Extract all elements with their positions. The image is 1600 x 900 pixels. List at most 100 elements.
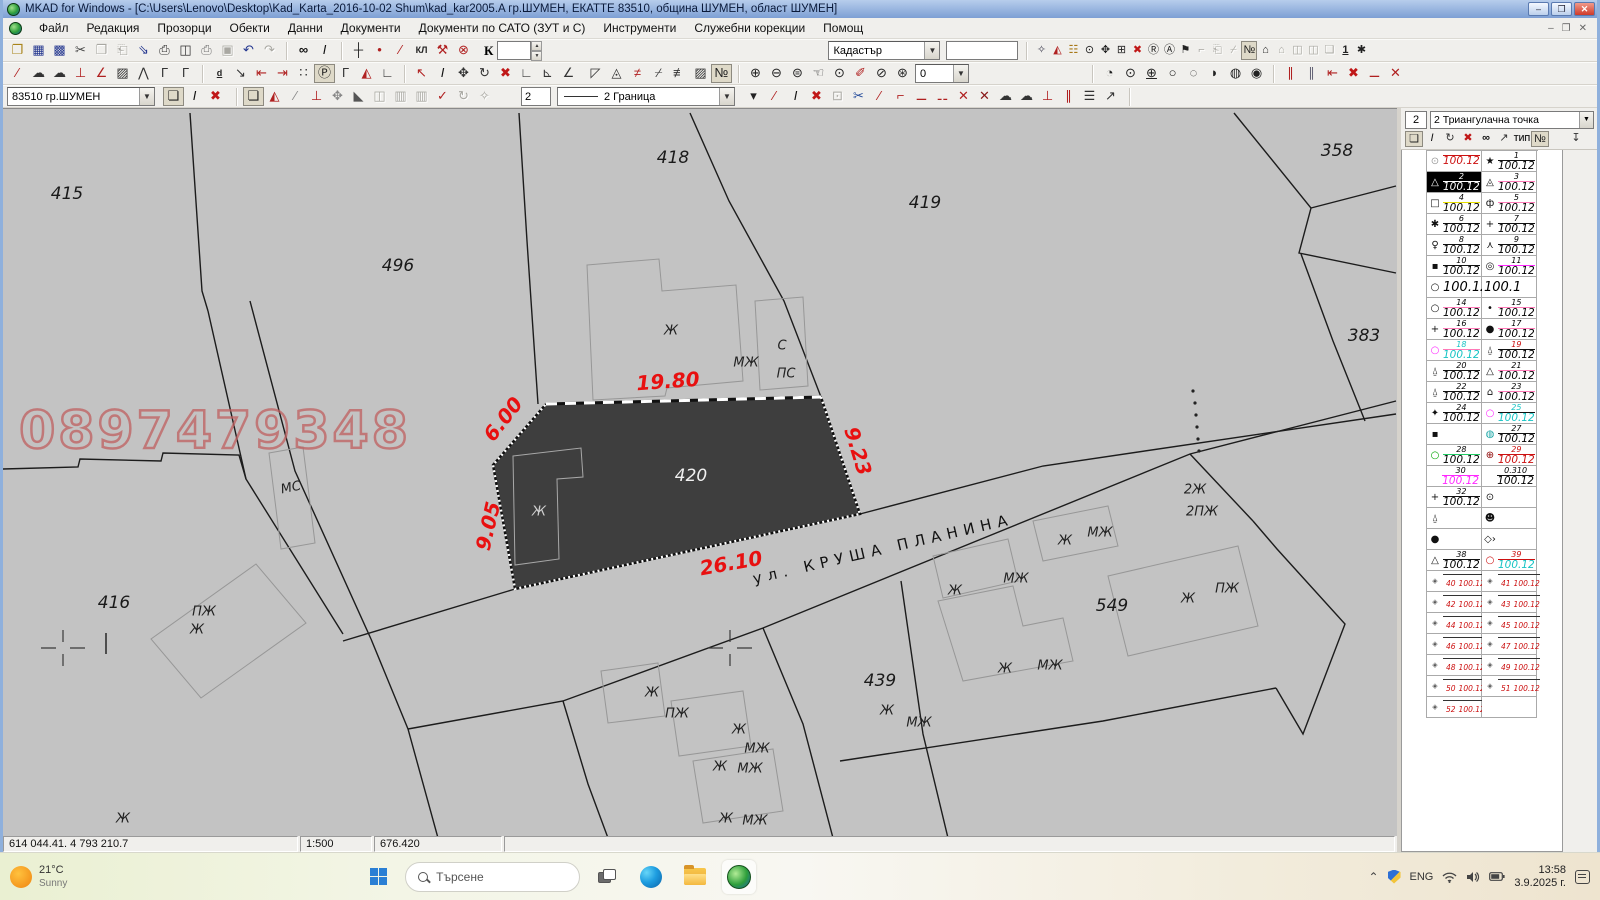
symbol-cell[interactable]: ⋏9100.12	[1482, 235, 1537, 256]
print-preview-icon[interactable]: ◫	[175, 41, 196, 60]
redline-icon[interactable]: ✐	[850, 64, 871, 83]
layer-select[interactable]: Кадастър▼	[828, 41, 940, 60]
line-type-select[interactable]: 2 Граница▼	[557, 87, 735, 106]
slash-2-icon[interactable]: ⌿	[648, 64, 669, 83]
symbol-cell[interactable]: ○100.12	[1427, 277, 1482, 298]
symbol-cell[interactable]: ◈52100.12	[1427, 697, 1482, 718]
security-shield-icon[interactable]	[1388, 870, 1401, 884]
symbol-cell[interactable]: ●	[1427, 529, 1482, 550]
elbow-icon[interactable]: ⌐	[890, 87, 911, 106]
print-icon[interactable]: ⎙	[154, 41, 175, 60]
chevron-down-icon[interactable]: ▼	[139, 88, 154, 105]
symbol-cell[interactable]: ⍙19100.12	[1482, 340, 1537, 361]
symbol-cell[interactable]: ⍙20100.12	[1427, 361, 1482, 382]
symbol-cell[interactable]: ◬3100.12	[1482, 172, 1537, 193]
zoom-window-icon[interactable]: ⊜	[787, 64, 808, 83]
move-2-icon[interactable]: ✥	[453, 64, 474, 83]
move-cross-icon[interactable]: ✥	[1097, 41, 1113, 60]
symbol-cell[interactable]: ◈49100.12	[1482, 655, 1537, 676]
symbol-cell[interactable]: ○14100.12	[1427, 298, 1482, 319]
save-all-icon[interactable]: ▩	[49, 41, 70, 60]
delete-2-icon[interactable]: ✖	[495, 64, 516, 83]
close-button[interactable]: ✕	[1574, 2, 1595, 16]
symbol-cell[interactable]: ♀8100.12	[1427, 235, 1482, 256]
symbol-cell[interactable]: ◎11100.12	[1482, 256, 1537, 277]
chevron-down-icon[interactable]: ▼	[924, 42, 939, 59]
info-mode-icon[interactable]: I	[314, 41, 335, 60]
tip-icon[interactable]: ТИП	[1513, 131, 1531, 147]
tri-3-icon[interactable]: ◣	[348, 87, 369, 106]
point-layer-box[interactable]: 2	[1405, 111, 1427, 129]
circle-7-icon[interactable]: ◍	[1225, 64, 1246, 83]
start-button[interactable]	[361, 860, 395, 894]
symbol-cell[interactable]: ⍙	[1427, 508, 1482, 529]
height-arrow-icon[interactable]: ↗	[1495, 131, 1513, 147]
symbol-cell[interactable]: △38100.12	[1427, 550, 1482, 571]
mdi-window-control[interactable]: –	[1548, 23, 1554, 34]
num-mode-icon[interactable]: №	[1531, 131, 1549, 147]
symbol-cell[interactable]: ⊙100.12	[1427, 151, 1482, 172]
menu-item[interactable]: Документи по САТО (ЗУТ и С)	[410, 19, 595, 37]
chevron-down-icon[interactable]: ▼	[953, 65, 968, 82]
blob-1-icon[interactable]: ☁	[28, 64, 49, 83]
file-explorer-button[interactable]	[678, 860, 712, 894]
snap-cross-icon[interactable]: ┼	[348, 41, 369, 60]
delete-point-icon[interactable]: ✖	[1459, 131, 1477, 147]
menu-item[interactable]: Файл	[30, 19, 78, 37]
blob-3-icon[interactable]: ☁	[995, 87, 1016, 106]
symbol-cell[interactable]: ◈46100.12	[1427, 634, 1482, 655]
info-2-icon[interactable]: I	[432, 64, 453, 83]
move-3-icon[interactable]: ✥	[327, 87, 348, 106]
symbol-cell[interactable]: ◈42100.12	[1427, 592, 1482, 613]
symbol-cell[interactable]: ⍙22100.12	[1427, 382, 1482, 403]
one-icon[interactable]: 1	[1337, 41, 1353, 60]
angle-point-icon[interactable]: ⊾	[537, 64, 558, 83]
symbol-cell[interactable]: ◈48100.12	[1427, 655, 1482, 676]
circle-8-icon[interactable]: ◉	[1246, 64, 1267, 83]
points-grid-icon[interactable]: ∷	[293, 64, 314, 83]
number-plus-icon[interactable]: №	[1241, 41, 1257, 60]
find-point-icon[interactable]: ∞	[1477, 131, 1495, 147]
edit-point-icon[interactable]: I	[1423, 131, 1441, 147]
star-strike-icon[interactable]: ✱	[1353, 41, 1369, 60]
symbol-cell[interactable]: ◈45100.12	[1482, 613, 1537, 634]
cursor-icon[interactable]: ↘	[230, 64, 251, 83]
symbol-cell[interactable]: ◈47100.12	[1482, 634, 1537, 655]
spinner[interactable]: ▲▼	[531, 41, 542, 60]
zoom-out-icon[interactable]: ⊖	[766, 64, 787, 83]
dim-line-icon[interactable]: ⇤	[1322, 64, 1343, 83]
symbol-cell[interactable]: ◈43100.12	[1482, 592, 1537, 613]
circle-3-icon[interactable]: ⊕	[1141, 64, 1162, 83]
angle-2-icon[interactable]: ∠	[558, 64, 579, 83]
rotate-icon[interactable]: ↻	[474, 64, 495, 83]
r-building-icon[interactable]: Ⓡ	[1145, 41, 1161, 60]
circle-5-icon[interactable]: ◌	[1183, 64, 1204, 83]
delete-4-icon[interactable]: ✖	[205, 87, 226, 106]
tray-expand-chevron[interactable]: ⌃	[1368, 870, 1378, 884]
not-equal-icon[interactable]: ≠	[627, 64, 648, 83]
line-red-icon[interactable]: ∕	[7, 64, 28, 83]
menu-item[interactable]: Обекти	[221, 19, 279, 37]
point-red-icon[interactable]: ⊗	[453, 41, 474, 60]
wifi-icon[interactable]	[1442, 871, 1457, 883]
menu-item[interactable]: Служебни корекции	[685, 19, 814, 37]
symbol-cell[interactable]: 30100.12	[1427, 466, 1482, 487]
open-icon[interactable]: ❐	[7, 41, 28, 60]
peak-icon[interactable]: ⋀	[133, 64, 154, 83]
perp-3-icon[interactable]: ⊥	[1037, 87, 1058, 106]
point-type-select[interactable]: 2 Триангулачна точка ▼	[1430, 111, 1594, 129]
symbol-cell[interactable]: ●17100.12	[1482, 319, 1537, 340]
volume-icon[interactable]	[1466, 871, 1480, 883]
new-object-icon[interactable]: ❏	[163, 87, 184, 106]
symbol-cell[interactable]: +32100.12	[1427, 487, 1482, 508]
rotate-point-icon[interactable]: ↻	[1441, 131, 1459, 147]
corner-l-icon[interactable]: ∟	[516, 64, 537, 83]
symbol-cell[interactable]: △21100.12	[1482, 361, 1537, 382]
symbol-cell[interactable]: ◍27100.12	[1482, 424, 1537, 445]
object-list-icon[interactable]: ☷	[1065, 41, 1081, 60]
point-small-icon[interactable]: •	[369, 41, 390, 60]
find-icon[interactable]: ∞	[293, 41, 314, 60]
mdi-window-control[interactable]: ✕	[1579, 23, 1587, 34]
import-icon[interactable]: ⇘	[133, 41, 154, 60]
delete-3-icon[interactable]: ✖	[1343, 64, 1364, 83]
